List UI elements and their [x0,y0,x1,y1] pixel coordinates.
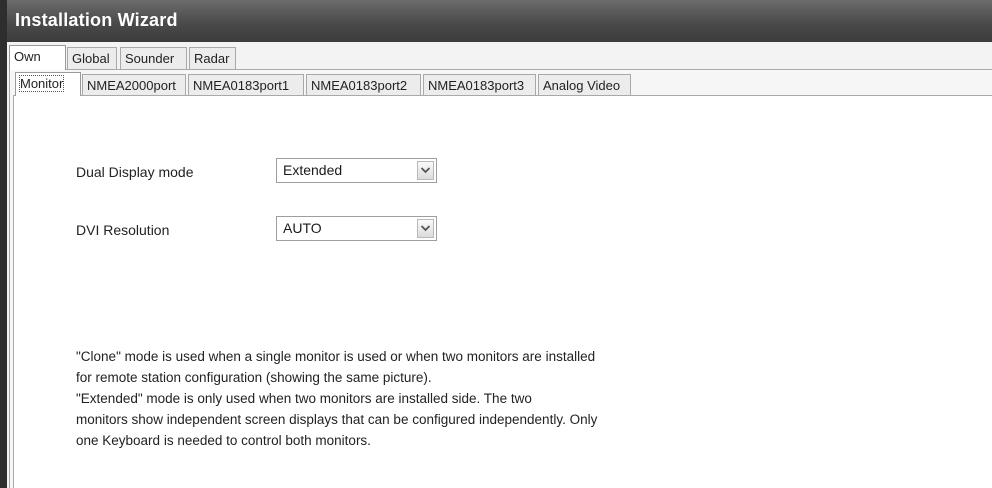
title-bar[interactable]: Installation Wizard [7,0,992,42]
dual-display-mode-value: Extended [283,162,343,178]
help-line: "Clone" mode is used when a single monit… [76,349,596,364]
tab-global[interactable]: Global [67,47,117,69]
tab-nmea0183port1[interactable]: NMEA0183port1 [188,74,304,96]
tab-radar[interactable]: Radar [189,47,236,69]
tab-own[interactable]: Own [9,45,66,70]
help-line: "Extended" mode is only used when two mo… [76,391,532,406]
tab-nmea2000port[interactable]: NMEA2000port [82,74,186,96]
dvi-resolution-dropdown-button[interactable] [417,219,434,238]
display-mode-help-text: "Clone" mode is used when a single monit… [76,346,636,451]
chevron-down-icon [421,225,430,232]
tab-monitor-label: Monitor [18,75,65,92]
help-line: for remote station configuration (showin… [76,370,432,385]
tab-sounder[interactable]: Sounder [120,47,187,69]
tab-nmea0183port2[interactable]: NMEA0183port2 [306,74,421,96]
dual-display-mode-dropdown-button[interactable] [417,161,434,180]
dvi-resolution-label: DVI Resolution [76,222,170,238]
dual-display-mode-select[interactable]: Extended [276,158,437,183]
help-line: one Keyboard is needed to control both m… [76,433,371,448]
dvi-resolution-value: AUTO [283,220,322,236]
dual-display-mode-label: Dual Display mode [76,164,194,180]
window-title: Installation Wizard [15,10,178,30]
installation-wizard-window: Installation Wizard Own Global Sounder R… [0,0,992,488]
chevron-down-icon [421,167,430,174]
help-line: monitors show independent screen display… [76,412,598,427]
window-left-border [0,0,7,488]
tab-analog-video[interactable]: Analog Video [538,74,631,96]
tab-monitor[interactable]: Monitor [15,72,81,96]
tab-nmea0183port3[interactable]: NMEA0183port3 [423,74,536,96]
dvi-resolution-select[interactable]: AUTO [276,216,437,241]
